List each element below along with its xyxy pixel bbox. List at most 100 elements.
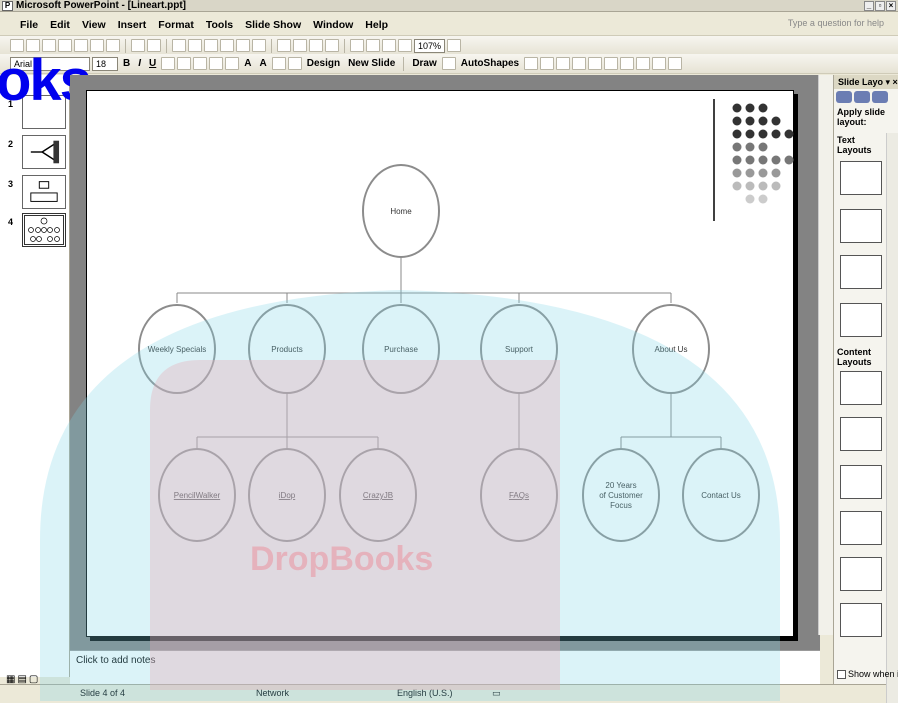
slide-thumbnail-image[interactable] (22, 175, 66, 209)
menu-format[interactable]: Format (152, 19, 200, 31)
slide-thumbnail-2[interactable]: 2 (0, 135, 70, 175)
show-formatting-icon[interactable] (366, 39, 380, 52)
slide-thumbnail-image-selected[interactable] (22, 213, 66, 247)
increase-font-icon[interactable]: A (241, 58, 254, 69)
redo-icon[interactable] (252, 39, 266, 52)
node-20-years-of-customer-focus[interactable]: 20 Years of Customer Focus (582, 448, 660, 542)
node-idop[interactable]: iDop (248, 448, 326, 542)
align-left-icon[interactable] (161, 57, 176, 70)
spelling-icon[interactable] (131, 39, 145, 52)
align-right-icon[interactable] (193, 57, 208, 70)
print-preview-icon[interactable] (106, 39, 120, 52)
line-color-icon[interactable] (636, 57, 651, 70)
decrease-indent-icon[interactable] (271, 57, 286, 70)
layout-two-column[interactable] (840, 303, 882, 337)
node-about-us[interactable]: About Us (632, 304, 710, 394)
restore-icon[interactable]: ▫ (875, 1, 885, 11)
menu-help[interactable]: Help (359, 19, 394, 31)
rectangle-icon[interactable] (556, 57, 571, 70)
grid-icon[interactable] (382, 39, 396, 52)
layout-title-only[interactable] (840, 209, 882, 243)
bullets-icon[interactable] (225, 57, 240, 70)
font-color-icon[interactable] (652, 57, 667, 70)
layout-title-text[interactable] (840, 255, 882, 289)
tables-borders-icon[interactable] (309, 39, 323, 52)
node-pencilwalker[interactable]: PencilWalker (158, 448, 236, 542)
node-contact-us[interactable]: Contact Us (682, 448, 760, 542)
line-style-icon[interactable] (668, 57, 683, 70)
help-icon[interactable] (447, 39, 462, 52)
fill-color-icon[interactable] (620, 57, 635, 70)
arrow-icon[interactable] (540, 57, 555, 70)
research-icon[interactable] (147, 39, 161, 52)
font-size-select[interactable]: 18 (92, 56, 118, 71)
design-button[interactable]: Design (304, 58, 343, 69)
help-question-input[interactable]: Type a question for help (788, 18, 884, 28)
undo-icon[interactable] (236, 39, 250, 52)
decrease-font-icon[interactable]: A (256, 58, 269, 69)
node-home[interactable]: Home (362, 164, 440, 258)
powerpoint-app-icon[interactable]: P (2, 1, 13, 11)
home-icon[interactable] (872, 91, 888, 103)
menu-window[interactable]: Window (307, 19, 359, 31)
node-purchase[interactable]: Purchase (362, 304, 440, 394)
layout-title-content[interactable] (840, 465, 882, 499)
slide-thumbnail-3[interactable]: 3 (0, 175, 70, 215)
node-products[interactable]: Products (248, 304, 326, 394)
node-faqs[interactable]: FAQs (480, 448, 558, 542)
slide-thumbnail-4[interactable]: 4 (0, 213, 70, 253)
layout-blank[interactable] (840, 371, 882, 405)
node-crazyjb[interactable]: CrazyJB (339, 448, 417, 542)
bold-icon[interactable]: B (120, 58, 133, 69)
print-icon[interactable] (90, 39, 104, 52)
minimize-icon[interactable]: _ (864, 1, 874, 11)
slide-canvas[interactable]: Home Weekly Specials Products Purchase Suppo… (86, 90, 794, 637)
forward-icon[interactable] (854, 91, 870, 103)
task-pane-title[interactable]: Slide Layo ▾ × (834, 75, 898, 89)
menu-bar: File Edit View Insert Format Tools Slide… (0, 14, 898, 36)
draw-menu-button[interactable]: Draw (409, 58, 439, 69)
new-slide-button[interactable]: New Slide (345, 58, 398, 69)
textbox-icon[interactable] (588, 57, 603, 70)
insert-table-icon[interactable] (293, 39, 307, 52)
paste-icon[interactable] (204, 39, 218, 52)
task-pane-scrollbar[interactable] (886, 133, 898, 703)
italic-icon[interactable]: I (135, 58, 144, 69)
wordart-icon[interactable] (604, 57, 619, 70)
underline-icon[interactable]: U (146, 58, 159, 69)
show-when-inserting-checkbox[interactable]: Show when inse (837, 669, 898, 680)
close-icon[interactable]: × (886, 1, 896, 11)
vertical-scrollbar[interactable] (818, 75, 833, 635)
expand-all-icon[interactable] (350, 39, 364, 52)
autoshapes-button[interactable]: AutoShapes (458, 58, 522, 69)
layout-four-content[interactable] (840, 557, 882, 591)
layout-two-content[interactable] (840, 511, 882, 545)
menu-insert[interactable]: Insert (112, 19, 153, 31)
menu-slide-show[interactable]: Slide Show (239, 19, 307, 31)
layout-title-two-content[interactable] (840, 603, 882, 637)
numbering-icon[interactable] (209, 57, 224, 70)
oval-icon[interactable] (572, 57, 587, 70)
copy-icon[interactable] (188, 39, 202, 52)
select-objects-icon[interactable] (441, 57, 456, 70)
format-painter-icon[interactable] (220, 39, 234, 52)
insert-chart-icon[interactable] (277, 39, 291, 52)
node-weekly-specials[interactable]: Weekly Specials (138, 304, 216, 394)
line-icon[interactable] (524, 57, 539, 70)
cut-icon[interactable] (172, 39, 186, 52)
menu-edit[interactable]: Edit (44, 19, 76, 31)
slide-thumbnail-image[interactable] (22, 135, 66, 169)
increase-indent-icon[interactable] (287, 57, 302, 70)
zoom-select[interactable]: 107% (414, 38, 446, 53)
node-support[interactable]: Support (480, 304, 558, 394)
insert-hyperlink-icon[interactable] (325, 39, 339, 52)
layout-content[interactable] (840, 417, 882, 451)
menu-file[interactable]: File (14, 19, 44, 31)
back-icon[interactable] (836, 91, 852, 103)
notes-pane[interactable]: Click to add notes (70, 650, 820, 684)
layout-title-slide[interactable] (840, 161, 882, 195)
color-grayscale-icon[interactable] (398, 39, 412, 52)
menu-view[interactable]: View (76, 19, 112, 31)
align-center-icon[interactable] (177, 57, 192, 70)
menu-tools[interactable]: Tools (200, 19, 239, 31)
